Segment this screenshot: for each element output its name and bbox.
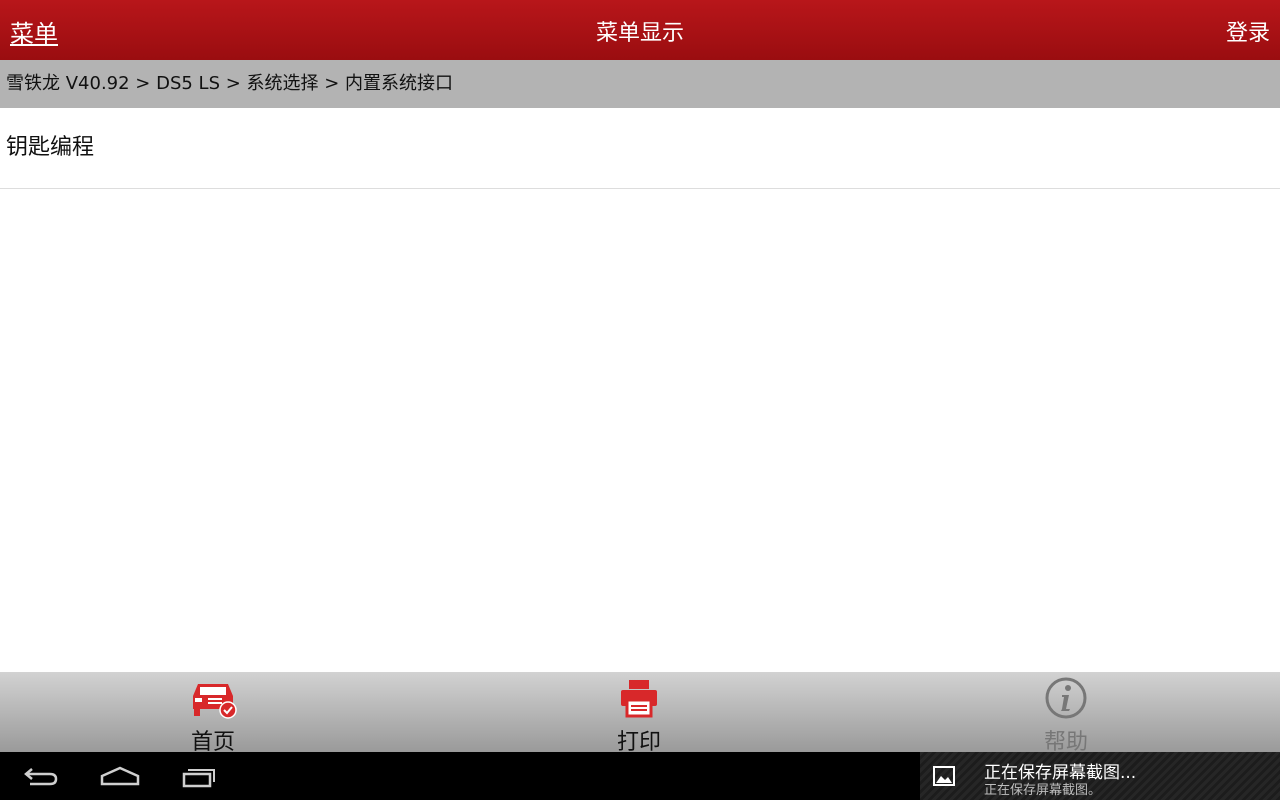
bottom-toolbar: 首页 打印 帮助 [0,672,1280,755]
print-button[interactable]: 打印 [569,672,709,755]
car-home-icon [193,684,237,719]
home-button[interactable]: 首页 [143,672,283,755]
home-icon[interactable] [90,760,150,792]
image-icon [933,766,955,786]
breadcrumb: 雪铁龙 V40.92 > DS5 LS > 系统选择 > 内置系统接口 [0,60,1280,108]
page-title: 菜单显示 [595,21,684,46]
recents-icon[interactable] [170,760,230,792]
printer-icon [621,680,657,718]
screenshot-notification[interactable]: 正在保存屏幕截图... 正在保存屏幕截图。 [920,752,1280,800]
back-icon[interactable] [10,760,70,792]
notification-subtitle: 正在保存屏幕截图。 [984,783,1102,798]
login-button[interactable]: 登录 [1226,15,1270,47]
help-button[interactable]: 帮助 [996,672,1136,755]
info-icon [1045,677,1087,719]
breadcrumb-path: 雪铁龙 V40.92 > DS5 LS > 系统选择 > 内置系统接口 [6,73,454,94]
menu-list: 钥匙编程 [0,108,1280,189]
list-item-key-programming[interactable]: 钥匙编程 [0,108,1280,189]
app-header: 菜单 菜单显示 登录 [0,0,1280,60]
